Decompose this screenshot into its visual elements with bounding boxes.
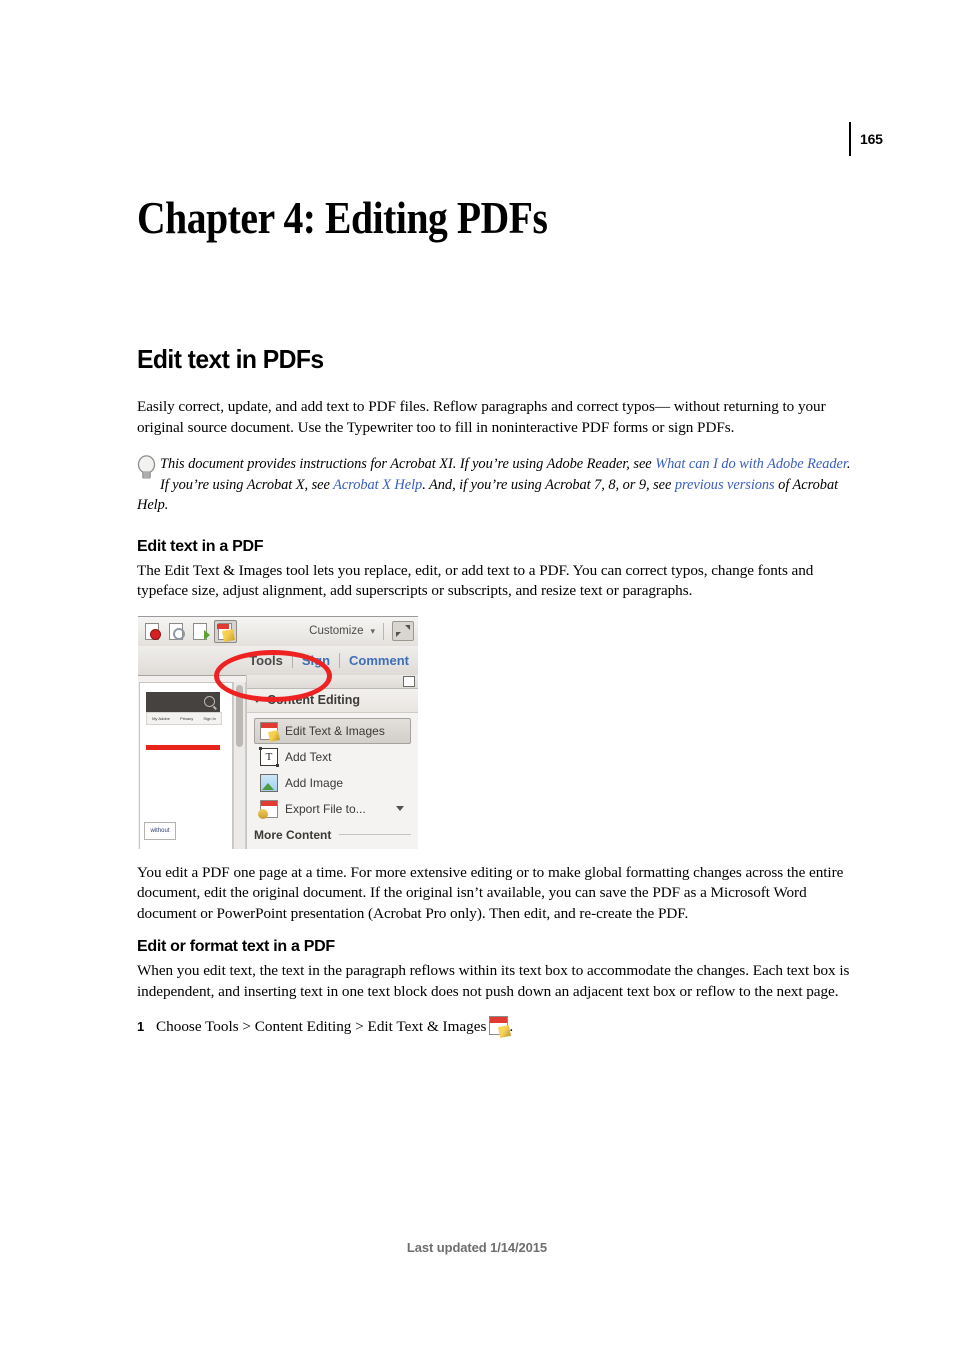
panel-item-add-image[interactable]: Add Image [254, 770, 411, 796]
page-number-rule [849, 122, 851, 156]
panel-header-content-editing[interactable]: Content Editing [247, 688, 418, 713]
add-text-icon: T [259, 746, 279, 767]
panel-header-label: Content Editing [267, 693, 361, 707]
panel-item-list: Edit Text & Images T Add Text Add Image [247, 713, 418, 822]
figure-toolbar-icons [138, 619, 237, 643]
tip-callout: This document provides instructions for … [137, 454, 859, 516]
figure-toolbar: Customize ▾ [138, 616, 418, 647]
edit-text-images-icon[interactable] [214, 619, 237, 643]
more-content-label: More Content [254, 827, 332, 842]
link-what-can-i-do-with-adobe-reader[interactable]: What can I do with Adobe Reader [655, 456, 847, 472]
page-footer: Last updated 1/14/2015 [406, 1240, 548, 1255]
edit-text-images-icon [260, 721, 280, 742]
figure-tabs: Tools Sign Comment [138, 645, 418, 676]
divider [339, 834, 411, 835]
panel-item-label: Add Image [285, 775, 344, 790]
preview-red-bar [146, 744, 220, 750]
export-pdf-icon[interactable] [190, 621, 211, 642]
preview-nav-links: My Adobe Privacy Sign In [146, 711, 222, 725]
panel-options-icon[interactable] [403, 675, 415, 687]
step-text: Choose Tools > Content Editing > Edit Te… [156, 1016, 513, 1039]
customize-menu[interactable]: Customize ▾ [309, 621, 418, 641]
find-icon[interactable] [166, 621, 187, 642]
numbered-step-1: 1 Choose Tools > Content Editing > Edit … [137, 1016, 859, 1039]
link-previous-versions[interactable]: previous versions [675, 477, 775, 493]
chevron-down-icon [253, 697, 261, 703]
preview-nav-bar [146, 691, 220, 712]
edit-text-images-icon [489, 1016, 512, 1039]
preview-link-my-adobe: My Adobe [152, 715, 170, 721]
customize-label: Customize [309, 625, 364, 637]
intro-paragraph: Easily correct, update, and add text to … [137, 398, 826, 436]
page-number-block: 165 [849, 122, 883, 156]
panel-more-content[interactable]: More Content [247, 822, 418, 842]
tab-tools[interactable]: Tools [240, 653, 292, 668]
page-title: Edit text in PDFs [137, 344, 324, 374]
panel-item-label: Export File to... [285, 801, 366, 816]
preview-link-sign-in: Sign In [203, 715, 216, 721]
panel-item-label: Add Text [285, 749, 332, 764]
panel-item-add-text[interactable]: T Add Text [254, 744, 411, 770]
tab-comment[interactable]: Comment [340, 653, 418, 668]
preview-link-privacy: Privacy [180, 715, 194, 721]
step-number: 1 [137, 1019, 145, 1034]
tip-text-1: This document provides instructions for … [160, 456, 656, 472]
link-acrobat-x-help[interactable]: Acrobat X Help [333, 477, 422, 493]
scrollbar-thumb[interactable] [236, 684, 243, 747]
search-icon [204, 696, 215, 707]
figure-body: My Adobe Privacy Sign In without Content… [138, 674, 418, 849]
panel-item-label: Edit Text & Images [285, 723, 385, 738]
content-column: Edit text in PDFs Easily correct, update… [137, 344, 859, 1039]
document-scrollbar[interactable] [233, 681, 246, 849]
toolbar-divider [383, 622, 384, 640]
panel-topbar [247, 674, 418, 689]
subsection-heading-edit-or-format-text: Edit or format text in a PDF [137, 938, 335, 955]
subsection-1-paragraph: The Edit Text & Images tool lets you rep… [137, 561, 814, 600]
add-image-icon [260, 773, 278, 792]
step-text-before: Choose Tools > Content Editing > Edit Te… [156, 1018, 487, 1035]
lightbulb-icon [137, 455, 156, 481]
chevron-down-icon: ▾ [370, 625, 375, 636]
after-figure-paragraph: You edit a PDF one page at a time. For m… [137, 863, 844, 922]
tab-sign[interactable]: Sign [293, 653, 339, 668]
export-file-icon [258, 799, 278, 819]
subsection-2-paragraph: When you edit text, the text in the para… [137, 962, 850, 1000]
attach-file-icon[interactable] [142, 621, 163, 642]
acrobat-ui-figure: Customize ▾ Tools Sign Comment My Adobe … [138, 615, 418, 849]
tools-panel: Content Editing Edit Text & Images T Add… [246, 674, 418, 849]
chapter-title: Chapter 4: Editing PDFs [137, 193, 548, 243]
document-preview-pane: My Adobe Privacy Sign In without [139, 681, 233, 849]
page-number: 165 [860, 131, 883, 147]
panel-item-edit-text-and-images[interactable]: Edit Text & Images [254, 717, 411, 744]
subsection-heading-edit-text-in-a-pdf: Edit text in a PDF [137, 537, 264, 555]
preview-text-box: without [144, 821, 176, 840]
tip-text-3: . And, if you’re using Acrobat 7, 8, or … [422, 476, 675, 493]
document-page: 165 Chapter 4: Editing PDFs Edit text in… [0, 0, 954, 1350]
expand-view-icon[interactable] [392, 621, 414, 641]
panel-item-export-file-to[interactable]: Export File to... [254, 796, 411, 822]
chevron-down-icon[interactable] [396, 806, 404, 811]
